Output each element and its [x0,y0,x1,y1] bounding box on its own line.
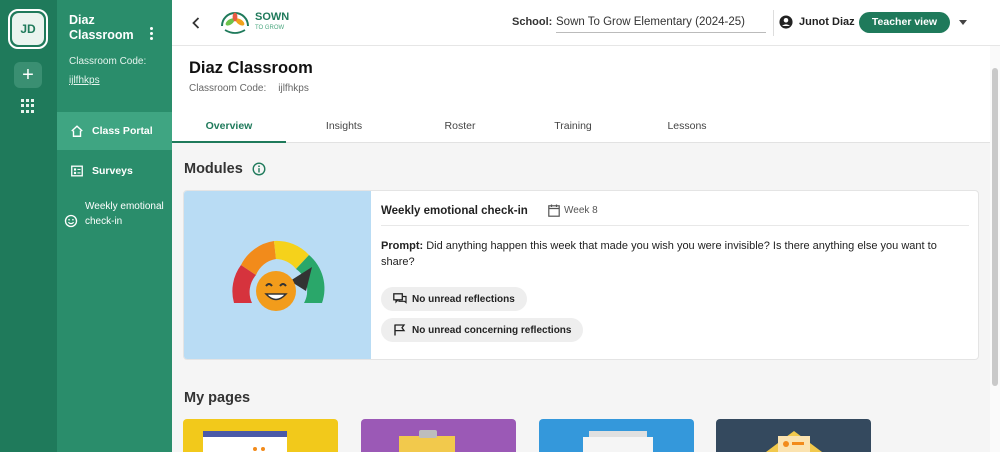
sidebar-item-label: Class Portal [92,125,153,137]
module-prompt: Prompt: Did anything happen this week th… [381,238,961,270]
top-bar: SOWN TO GROW School: Sown To Grow Element… [172,0,1000,46]
info-icon[interactable] [252,162,266,176]
modules-heading: Modules [184,161,243,177]
sidebar-item-label: Weekly emotional check-in [85,201,164,227]
user-icon [779,15,793,29]
sidebar: Diaz Classroom Classroom Code: ijlfhkps … [57,0,172,452]
calendar-icon [548,204,560,217]
divider [773,10,774,36]
page-tile-illustration [583,431,653,452]
sidebar-item-class-portal[interactable]: Class Portal [57,112,172,150]
sidebar-item-label: Surveys [92,165,133,177]
school-label: School: [512,16,553,28]
avatar-frame[interactable]: JD [8,9,48,49]
unread-concerning-reflections-chip[interactable]: No unread concerning reflections [381,318,584,342]
home-icon [71,125,83,137]
page-title: Diaz Classroom [189,59,313,77]
page-tile[interactable] [183,419,338,452]
page-tile[interactable] [539,419,694,452]
tab-lessons[interactable]: Lessons [629,111,745,143]
sidebar-classroom-code[interactable]: ijlfhkps [69,75,100,86]
unread-reflections-chip[interactable]: No unread reflections [381,287,527,311]
sidebar-item-surveys[interactable]: Surveys [57,152,172,190]
avatar[interactable]: JD [12,13,44,45]
divider [381,225,969,226]
survey-icon [71,165,83,177]
more-options-icon[interactable] [148,27,154,41]
scroll-thumb[interactable] [992,68,998,386]
back-arrow-icon[interactable] [190,15,202,31]
tab-bar: Overview Insights Roster Training Lesson… [172,111,990,143]
classroom-code: ijlfhkps [278,83,309,94]
page-tile[interactable] [716,419,871,452]
user-name[interactable]: Junot Diaz [799,16,855,28]
tab-overview[interactable]: Overview [172,111,286,143]
teacher-view-button[interactable]: Teacher view [859,12,950,33]
chevron-down-icon[interactable] [959,20,967,25]
module-card[interactable]: Weekly emotional check-in Week 8 Prompt:… [183,190,979,360]
school-select[interactable]: Sown To Grow Elementary (2024-25) [556,13,766,33]
apps-grid-icon[interactable] [21,99,35,113]
mood-meter-illustration [232,240,325,311]
logo-subtext: TO GROW [255,25,285,31]
page-tile-illustration [399,430,455,452]
smiley-icon [64,214,78,228]
page-tile[interactable] [361,419,516,452]
chip-label: No unread concerning reflections [412,324,572,336]
module-title: Weekly emotional check-in [381,205,528,217]
chip-label: No unread reflections [412,293,515,305]
sidebar-classroom-title: Diaz Classroom [69,13,134,42]
logo-text: SOWN [255,11,290,23]
tab-insights[interactable]: Insights [286,111,402,143]
page-tile-illustration [203,431,287,452]
add-icon[interactable]: + [14,62,42,88]
prompt-label: Prompt: [381,240,424,252]
tab-training[interactable]: Training [515,111,631,143]
scrollbar[interactable] [990,46,1000,452]
page-header: Diaz Classroom Classroom Code: ijlfhkps O… [172,46,990,143]
my-pages-heading: My pages [184,390,251,406]
sown-to-grow-logo[interactable]: SOWN TO GROW [219,8,299,38]
tab-roster[interactable]: Roster [402,111,518,143]
flag-icon [394,324,406,336]
classroom-code-label: Classroom Code: [189,83,267,94]
module-week: Week 8 [564,205,598,216]
chat-icon [393,293,407,304]
sidebar-code-label: Classroom Code: [69,56,147,67]
logo-icon [221,12,249,34]
page-tile-illustration [766,431,822,452]
classroom-code-line: Classroom Code: ijlfhkps [189,83,309,94]
app-rail: JD + [0,0,57,452]
prompt-text: Did anything happen this week that made … [381,240,937,268]
module-illustration [184,191,371,359]
sidebar-item-weekly-checkin[interactable]: Weekly emotional check-in [57,199,172,229]
